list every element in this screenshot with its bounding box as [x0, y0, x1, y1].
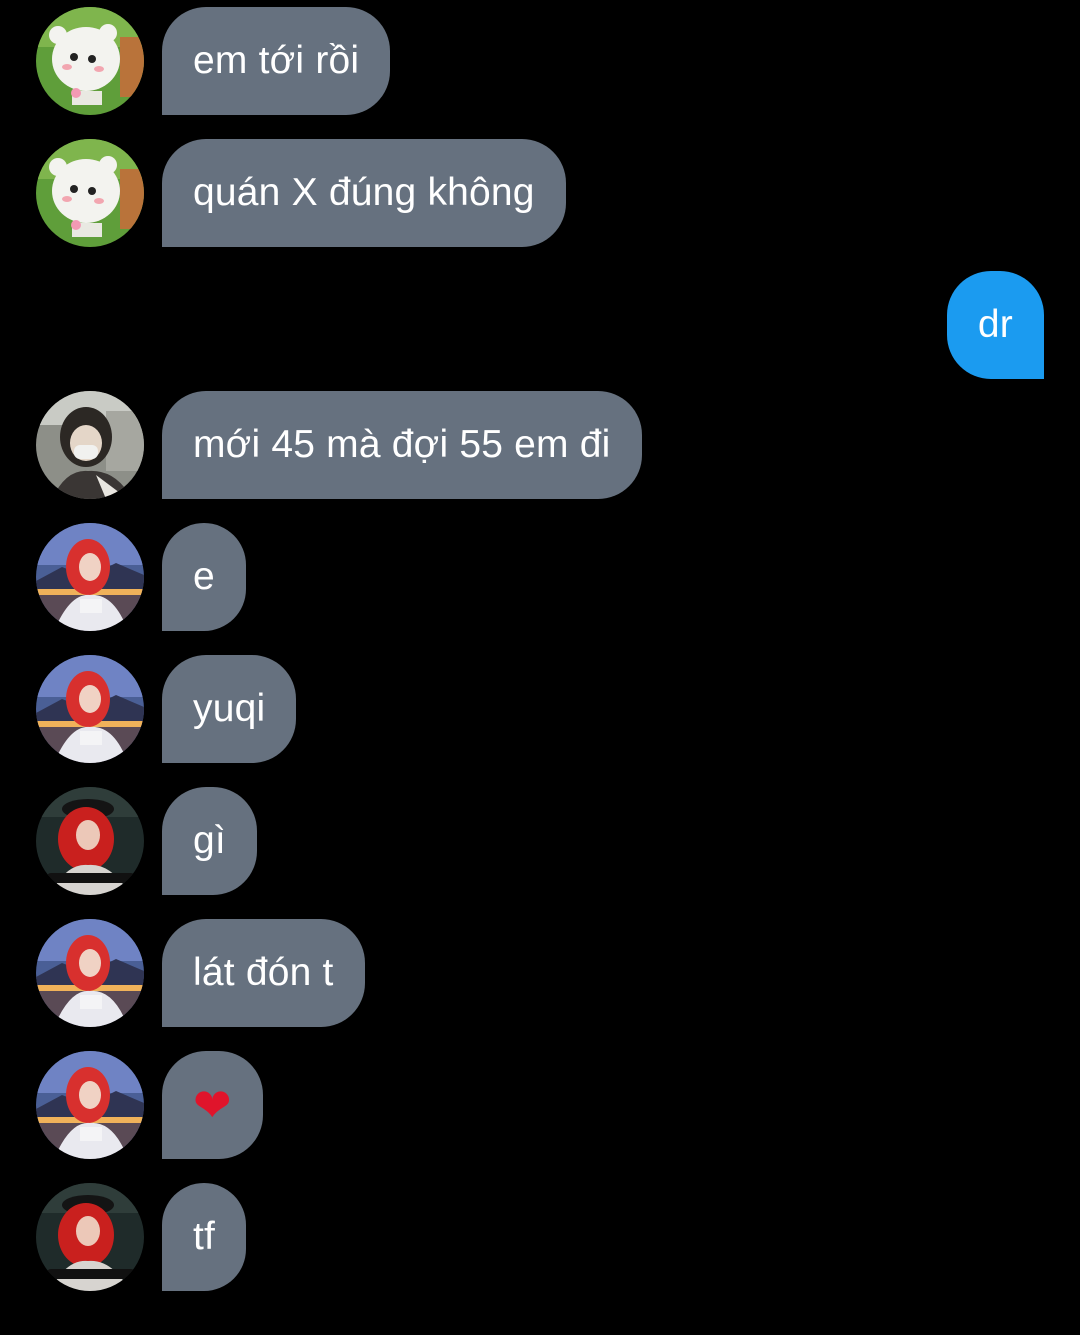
message-text: quán X đúng không — [193, 171, 535, 214]
incoming-message-bubble[interactable]: ❤ — [162, 1051, 263, 1159]
avatar-red-hair-motorbike[interactable] — [36, 787, 144, 895]
message-text: gì — [193, 819, 226, 862]
message-row: quán X đúng không — [0, 139, 1080, 247]
message-row: gì — [0, 787, 1080, 895]
incoming-message-bubble[interactable]: tf — [162, 1183, 247, 1291]
message-row: em tới rồi — [0, 7, 1080, 115]
message-text: dr — [977, 303, 1013, 346]
avatar-image — [36, 523, 144, 631]
avatar-image — [36, 391, 144, 499]
message-text: lát đón t — [193, 951, 334, 994]
incoming-message-bubble[interactable]: em tới rồi — [162, 7, 391, 115]
message-row: ❤ — [0, 1051, 1080, 1159]
avatar-white-bear[interactable] — [36, 139, 144, 247]
avatar-image — [36, 139, 144, 247]
message-text: tf — [193, 1215, 216, 1258]
avatar-girl-mask[interactable] — [36, 391, 144, 499]
avatar-red-hair-motorbike[interactable] — [36, 1183, 144, 1291]
outgoing-message-bubble[interactable]: dr — [946, 271, 1044, 379]
avatar-red-hair-dusk[interactable] — [36, 523, 144, 631]
avatar-red-hair-dusk[interactable] — [36, 1051, 144, 1159]
message-row: mới 45 mà đợi 55 em đi — [0, 391, 1080, 499]
message-text: yuqi — [193, 687, 266, 730]
avatar-image — [36, 7, 144, 115]
red-heart-icon: ❤ — [193, 1078, 232, 1132]
avatar-red-hair-dusk[interactable] — [36, 655, 144, 763]
avatar-white-bear[interactable] — [36, 7, 144, 115]
incoming-message-bubble[interactable]: gì — [162, 787, 257, 895]
message-text: e — [193, 555, 215, 598]
message-row: dr — [0, 271, 1080, 379]
incoming-message-bubble[interactable]: mới 45 mà đợi 55 em đi — [162, 391, 642, 499]
incoming-message-bubble[interactable]: quán X đúng không — [162, 139, 566, 247]
avatar-image — [36, 1183, 144, 1291]
avatar-image — [36, 919, 144, 1027]
incoming-message-bubble[interactable]: e — [162, 523, 246, 631]
message-row: tf — [0, 1183, 1080, 1291]
avatar-image — [36, 655, 144, 763]
avatar-image — [36, 1051, 144, 1159]
incoming-message-bubble[interactable]: lát đón t — [162, 919, 365, 1027]
message-row: e — [0, 523, 1080, 631]
message-text: em tới rồi — [193, 39, 360, 82]
incoming-message-bubble[interactable]: yuqi — [162, 655, 297, 763]
avatar-image — [36, 787, 144, 895]
message-row: yuqi — [0, 655, 1080, 763]
message-row: lát đón t — [0, 919, 1080, 1027]
avatar-red-hair-dusk[interactable] — [36, 919, 144, 1027]
message-text: mới 45 mà đợi 55 em đi — [193, 423, 611, 466]
